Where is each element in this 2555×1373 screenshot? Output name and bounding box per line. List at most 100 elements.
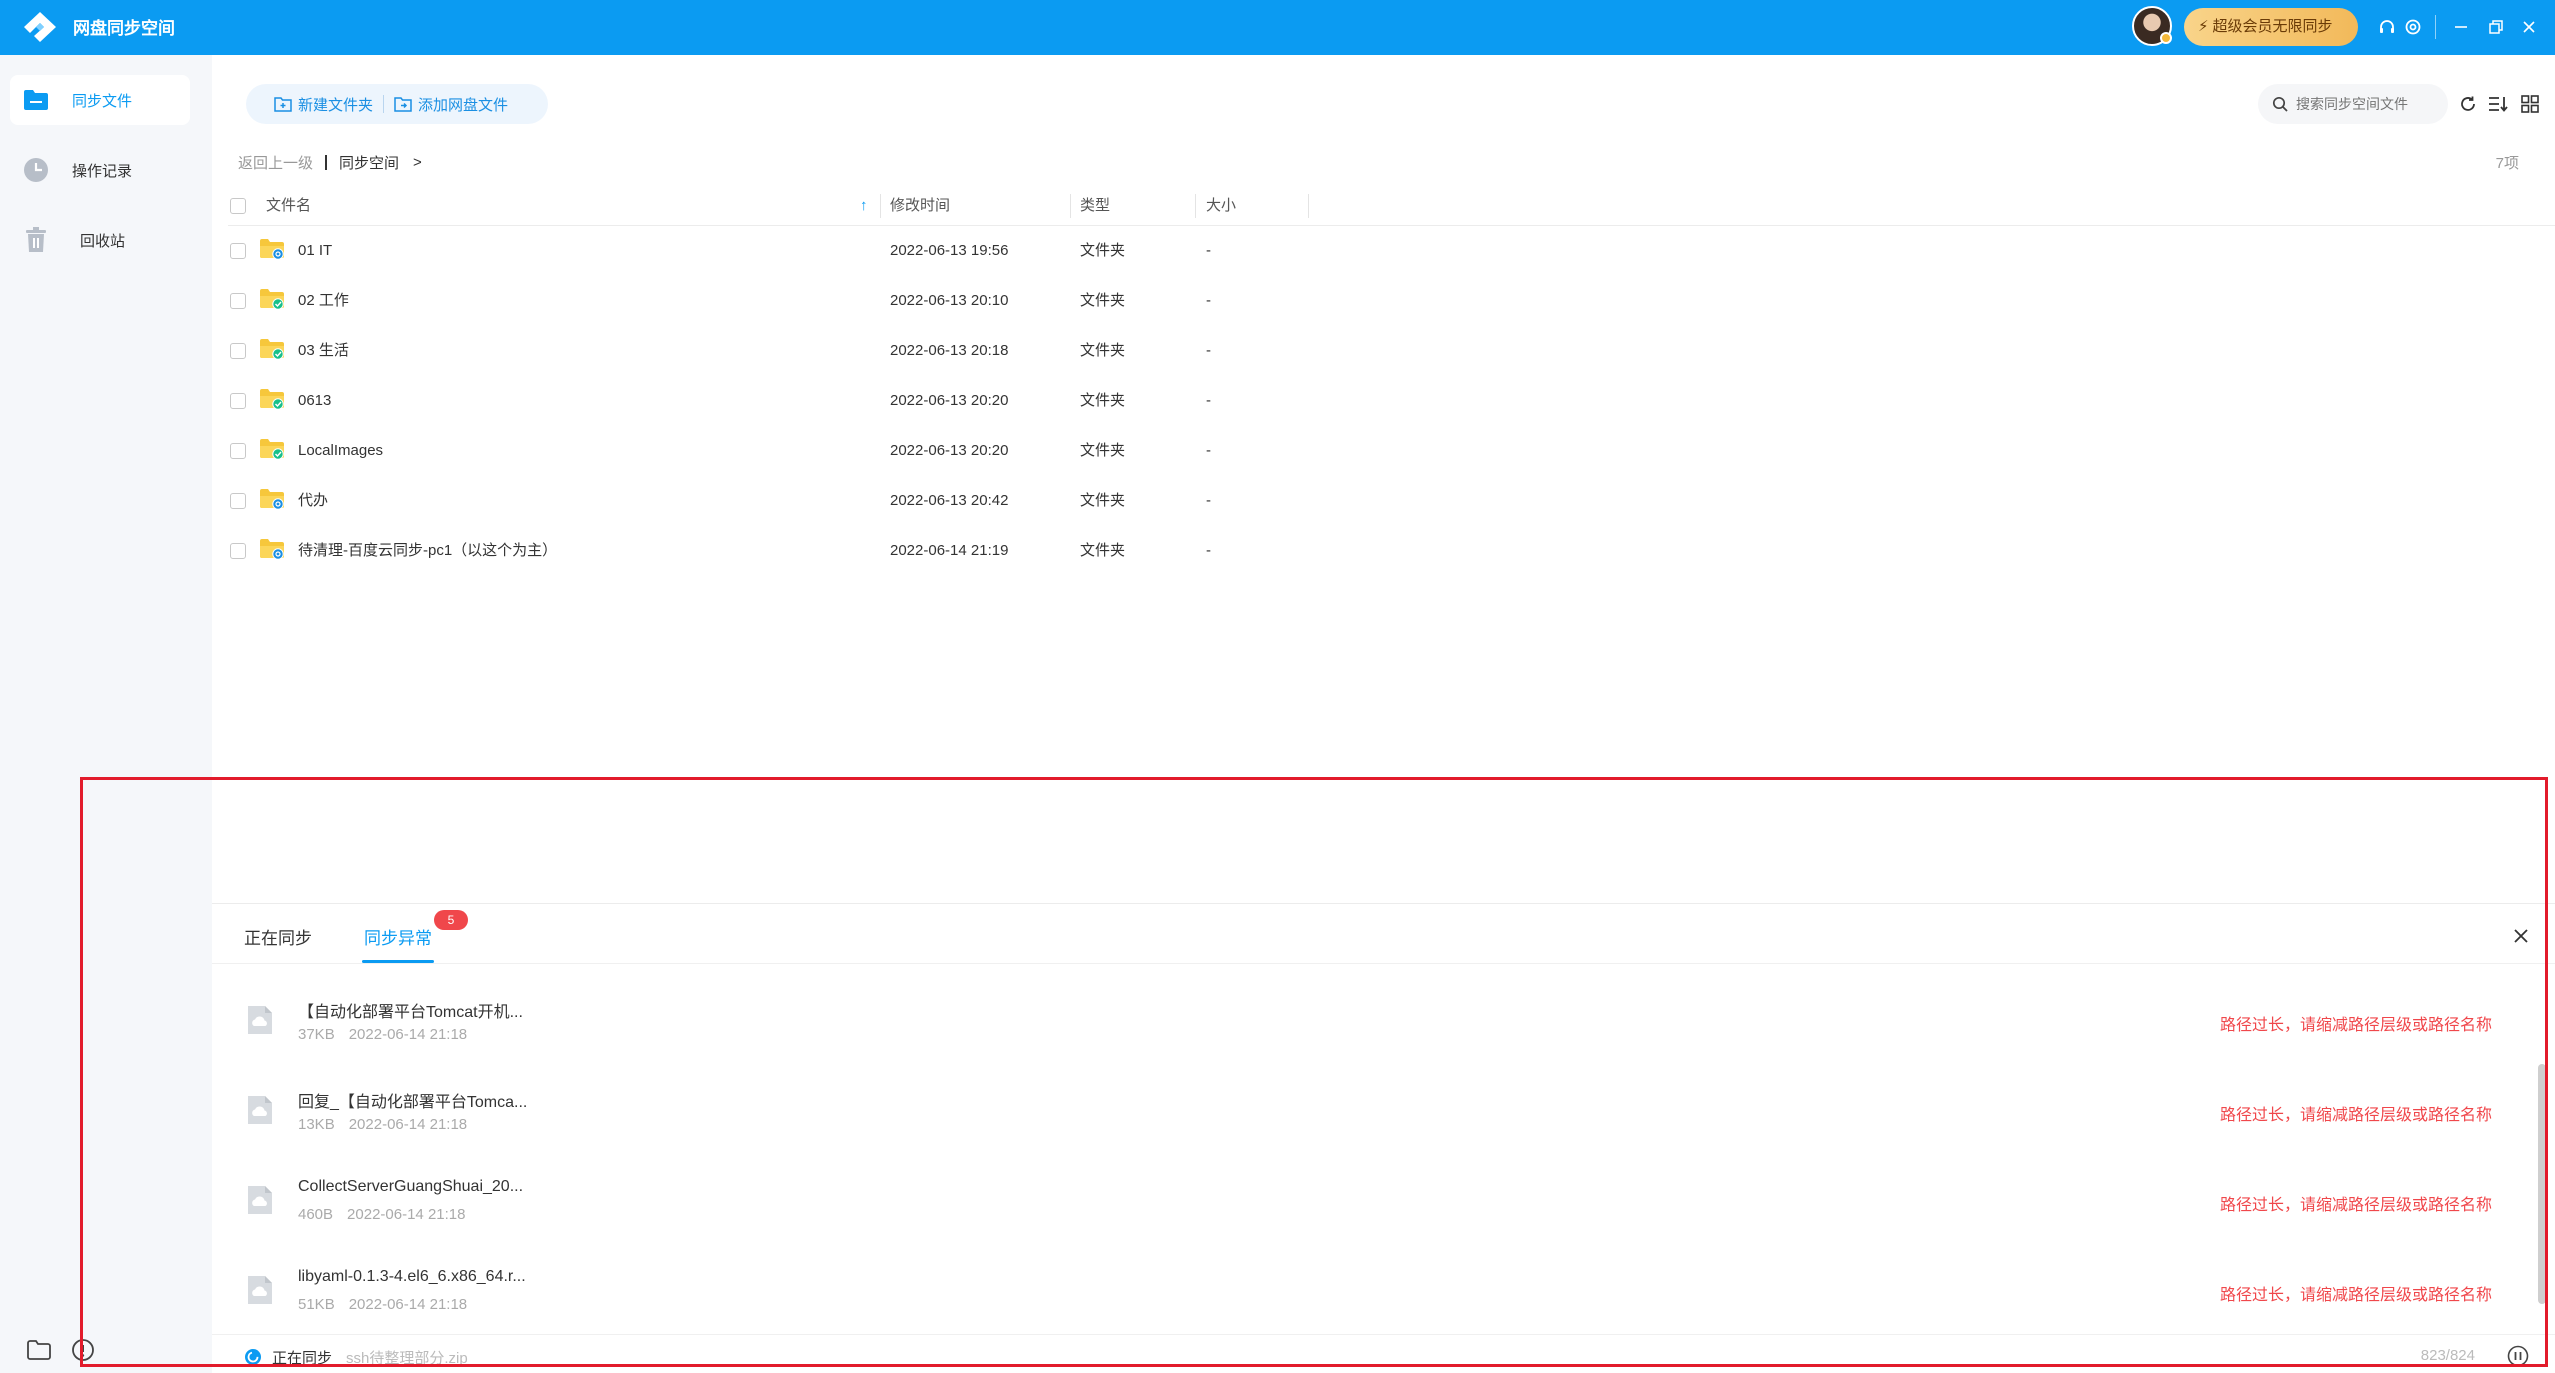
file-name: 待清理-百度云同步-pc1（以这个为主） xyxy=(298,542,558,559)
file-icon xyxy=(248,1006,272,1034)
column-modified-header[interactable]: 修改时间 xyxy=(890,186,950,226)
sidebar-item-recycle-bin[interactable]: 回收站 xyxy=(10,215,190,265)
error-file-time: 2022-06-14 21:18 xyxy=(348,1296,468,1313)
help-icon[interactable] xyxy=(70,1337,96,1363)
breadcrumb-current[interactable]: 同步空间 xyxy=(339,152,399,173)
add-cloud-file-button[interactable]: 添加网盘文件 xyxy=(384,84,518,124)
row-checkbox[interactable] xyxy=(230,443,246,459)
breadcrumb: 返回上一级 同步空间 > xyxy=(238,152,422,173)
column-divider xyxy=(1070,194,1071,218)
error-file-meta: 37KB 2022-06-14 21:18 xyxy=(298,1026,467,1043)
row-checkbox[interactable] xyxy=(230,243,246,259)
file-type: 文件夹 xyxy=(1080,292,1126,309)
column-name-header[interactable]: 文件名 xyxy=(266,186,311,226)
table-row[interactable]: 代办 2022-06-13 20:42 文件夹 - xyxy=(228,476,2555,526)
pause-icon[interactable] xyxy=(2507,1345,2529,1367)
error-file-meta: 460B 2022-06-14 21:18 xyxy=(298,1206,465,1223)
file-name: LocalImages xyxy=(298,442,384,459)
minimize-icon[interactable] xyxy=(2446,12,2476,42)
table-row[interactable]: LocalImages 2022-06-13 20:20 文件夹 - xyxy=(228,426,2555,476)
grid-view-icon[interactable] xyxy=(2516,90,2544,118)
table-row[interactable]: 03 生活 2022-06-13 20:18 文件夹 - xyxy=(228,326,2555,376)
error-file-name: CollectServerGuangShuai_20... xyxy=(298,1178,524,1195)
file-size: - xyxy=(1206,442,1211,459)
folder-icon xyxy=(260,439,284,460)
error-file-time: 2022-06-14 21:18 xyxy=(348,1026,468,1043)
sidebar-item-sync-files[interactable]: 同步文件 xyxy=(10,75,190,125)
table-row[interactable]: 01 IT 2022-06-13 19:56 文件夹 - xyxy=(228,226,2555,276)
sync-panel: 正在同步 同步异常 5 【自动化部署平台Tomcat开机... 37KB 2022-… xyxy=(212,903,2555,1373)
sort-icon[interactable] xyxy=(2484,90,2512,118)
file-modified: 2022-06-13 20:20 xyxy=(890,392,1009,409)
select-all-checkbox[interactable] xyxy=(230,198,246,214)
close-icon[interactable] xyxy=(2514,12,2544,42)
add-cloud-file-label: 添加网盘文件 xyxy=(418,96,509,114)
folder-icon[interactable] xyxy=(26,1337,52,1363)
row-checkbox[interactable] xyxy=(230,543,246,559)
row-checkbox[interactable] xyxy=(230,493,246,509)
trash-icon xyxy=(22,226,50,254)
error-file-time: 2022-06-14 21:18 xyxy=(348,1116,468,1133)
close-panel-icon[interactable] xyxy=(2509,924,2533,948)
folder-icon xyxy=(260,289,284,310)
table-row[interactable]: 0613 2022-06-13 20:20 文件夹 - xyxy=(228,376,2555,426)
add-cloud-file-icon xyxy=(394,97,412,112)
list-item[interactable]: libyaml-0.1.3-4.el6_6.x86_64.r... 51KB 202… xyxy=(212,1248,2532,1338)
sidebar-item-label: 操作记录 xyxy=(72,162,133,180)
sort-asc-icon[interactable]: ↑ xyxy=(860,186,868,226)
folder-icon xyxy=(260,389,284,410)
folder-icon xyxy=(260,239,284,260)
list-item[interactable]: CollectServerGuangShuai_20... 460B 2022-06… xyxy=(212,1158,2532,1248)
restore-icon[interactable] xyxy=(2481,12,2511,42)
file-action-group: 新建文件夹 添加网盘文件 xyxy=(246,84,548,124)
error-count-badge: 5 xyxy=(434,910,468,930)
error-file-size: 37KB xyxy=(298,1026,335,1043)
file-size: - xyxy=(1206,392,1211,409)
file-size: - xyxy=(1206,242,1211,259)
file-type: 文件夹 xyxy=(1080,242,1126,259)
file-icon xyxy=(248,1186,272,1214)
list-item[interactable]: 回复_【自动化部署平台Tomca... 13KB 2022-06-14 21:18 路… xyxy=(212,1068,2532,1158)
error-file-size: 460B xyxy=(298,1206,334,1223)
file-name: 03 生活 xyxy=(298,342,349,359)
settings-icon[interactable] xyxy=(2398,12,2428,42)
lightning-icon: ⚡ xyxy=(2198,18,2209,35)
error-file-name: 回复_【自动化部署平台Tomca... xyxy=(298,1094,528,1111)
status-progress: 823/824 xyxy=(2420,1347,2475,1364)
column-size-header[interactable]: 大小 xyxy=(1206,186,1236,226)
error-file-size: 13KB xyxy=(298,1116,335,1133)
titlebar-separator xyxy=(2435,15,2436,39)
folder-icon xyxy=(260,489,284,510)
avatar-badge xyxy=(2160,32,2172,44)
search-input[interactable] xyxy=(2296,96,2436,112)
app-logo-icon xyxy=(24,12,56,42)
tab-syncing[interactable]: 正在同步 xyxy=(244,924,312,949)
vip-button[interactable]: ⚡ 超级会员无限同步 xyxy=(2184,8,2358,46)
error-file-meta: 13KB 2022-06-14 21:18 xyxy=(298,1116,467,1133)
file-size: - xyxy=(1206,292,1211,309)
table-row[interactable]: 待清理-百度云同步-pc1（以这个为主） 2022-06-14 21:19 文件夹 - xyxy=(228,526,2555,576)
file-size: - xyxy=(1206,492,1211,509)
error-message: 路径过长，请缩减路径层级或路径名称 xyxy=(2219,1017,2492,1034)
row-checkbox[interactable] xyxy=(230,343,246,359)
back-link[interactable]: 返回上一级 xyxy=(238,152,313,173)
search-box xyxy=(2258,84,2448,124)
file-icon xyxy=(248,1096,272,1124)
refresh-icon[interactable] xyxy=(2454,90,2482,118)
row-checkbox[interactable] xyxy=(230,293,246,309)
row-checkbox[interactable] xyxy=(230,393,246,409)
error-file-time: 2022-06-14 21:18 xyxy=(347,1206,466,1223)
sidebar-item-label: 回收站 xyxy=(80,232,126,250)
breadcrumb-arrow: > xyxy=(413,154,422,171)
column-type-header[interactable]: 类型 xyxy=(1080,186,1110,226)
error-file-name: 【自动化部署平台Tomcat开机... xyxy=(298,1004,523,1021)
table-row[interactable]: 02 工作 2022-06-13 20:10 文件夹 - xyxy=(228,276,2555,326)
tab-sync-errors[interactable]: 同步异常 xyxy=(364,924,432,949)
new-folder-button[interactable]: 新建文件夹 xyxy=(246,84,383,124)
scrollbar[interactable] xyxy=(2538,1064,2546,1304)
sync-folder-icon xyxy=(22,86,50,114)
sidebar-item-operation-log[interactable]: 操作记录 xyxy=(10,145,190,195)
file-name: 代办 xyxy=(298,492,329,509)
list-item[interactable]: 【自动化部署平台Tomcat开机... 37KB 2022-06-14 21:18 路… xyxy=(212,978,2532,1068)
column-divider xyxy=(1195,194,1196,218)
